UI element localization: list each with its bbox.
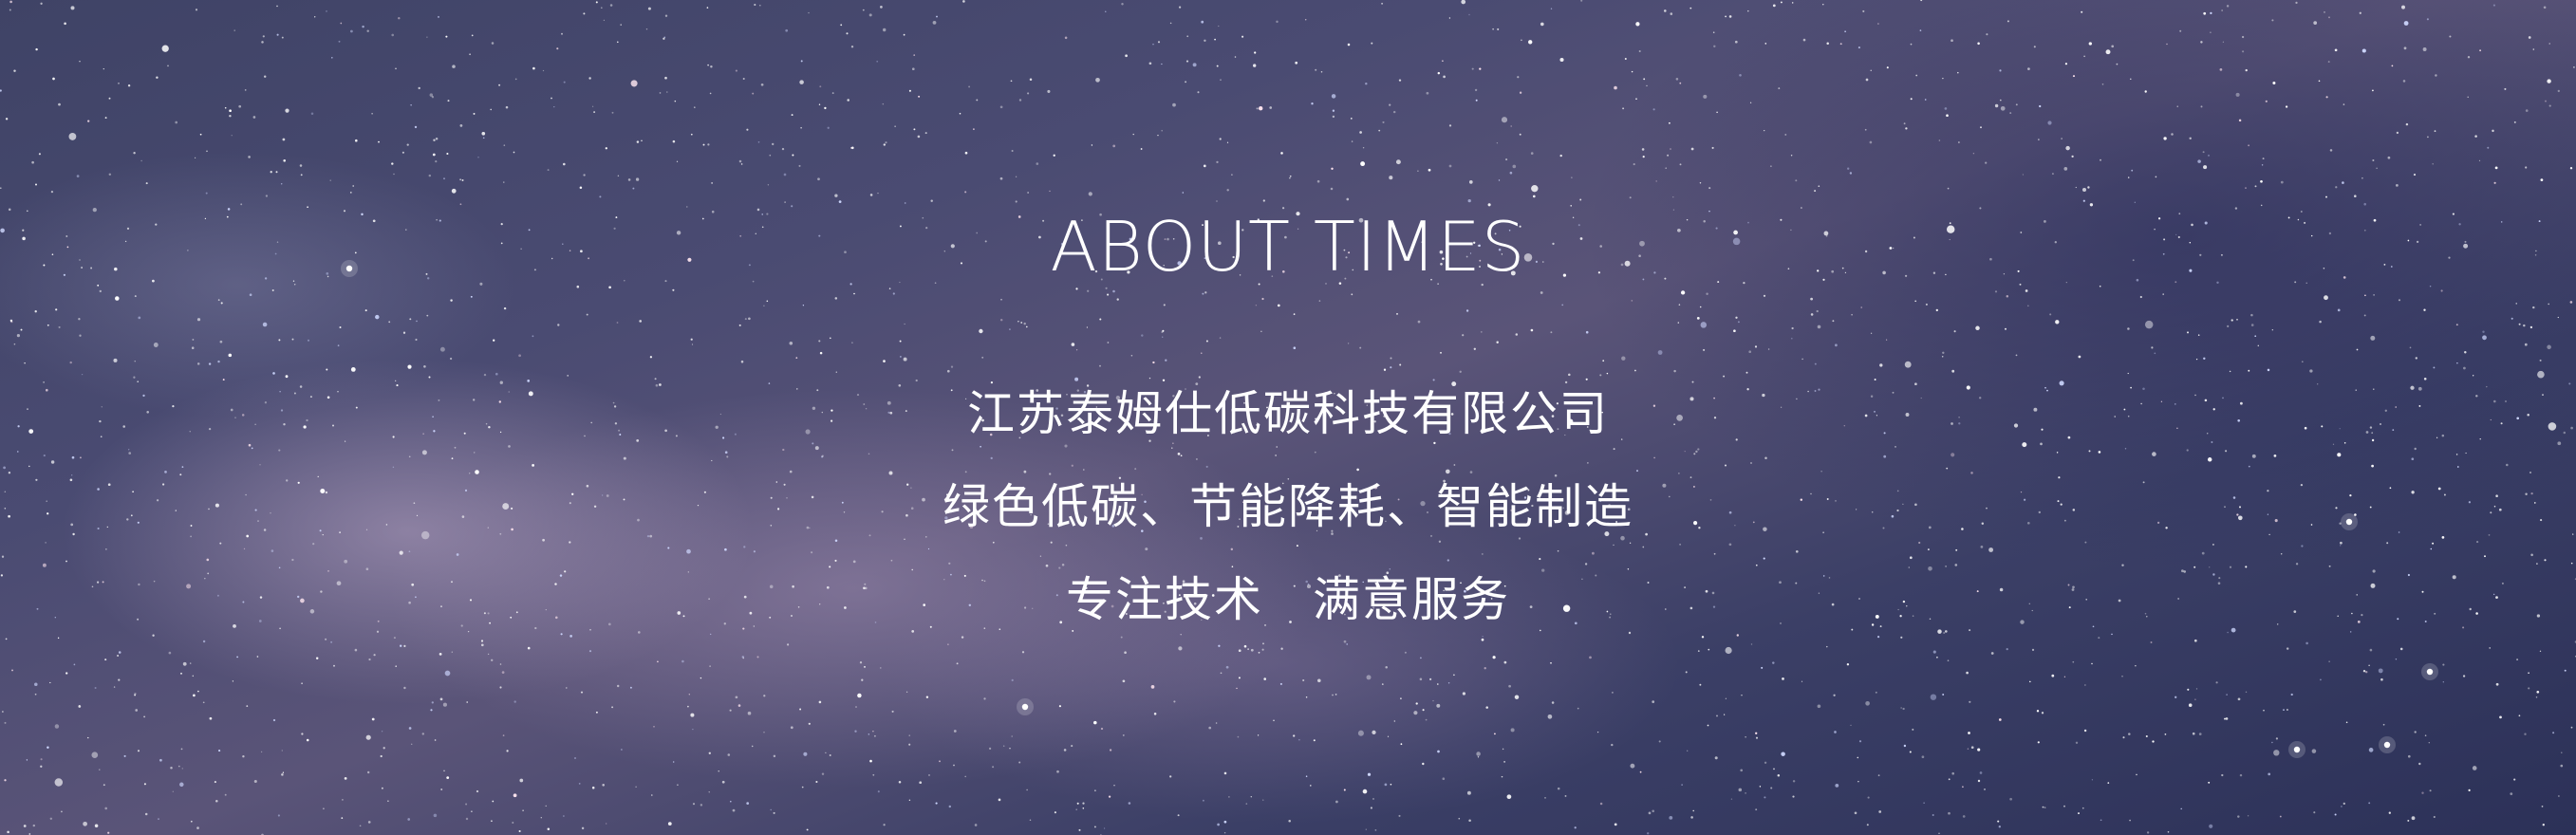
motto-part-1: 专注技术 — [1066, 572, 1263, 627]
slogan: 绿色低碳、节能降耗、智能制造 — [943, 479, 1633, 534]
motto-part-2: 满意服务 — [1313, 572, 1510, 627]
company-name: 江苏泰姆仕低碳科技有限公司 — [967, 386, 1609, 441]
banner-content: ABOUT TIMES 江苏泰姆仕低碳科技有限公司 绿色低碳、节能降耗、智能制造… — [0, 0, 2576, 835]
banner-title: ABOUT TIMES — [1050, 207, 1526, 287]
motto: 专注技术 满意服务 — [0, 569, 2576, 630]
starry-sky-banner: ABOUT TIMES 江苏泰姆仕低碳科技有限公司 绿色低碳、节能降耗、智能制造… — [0, 0, 2576, 835]
